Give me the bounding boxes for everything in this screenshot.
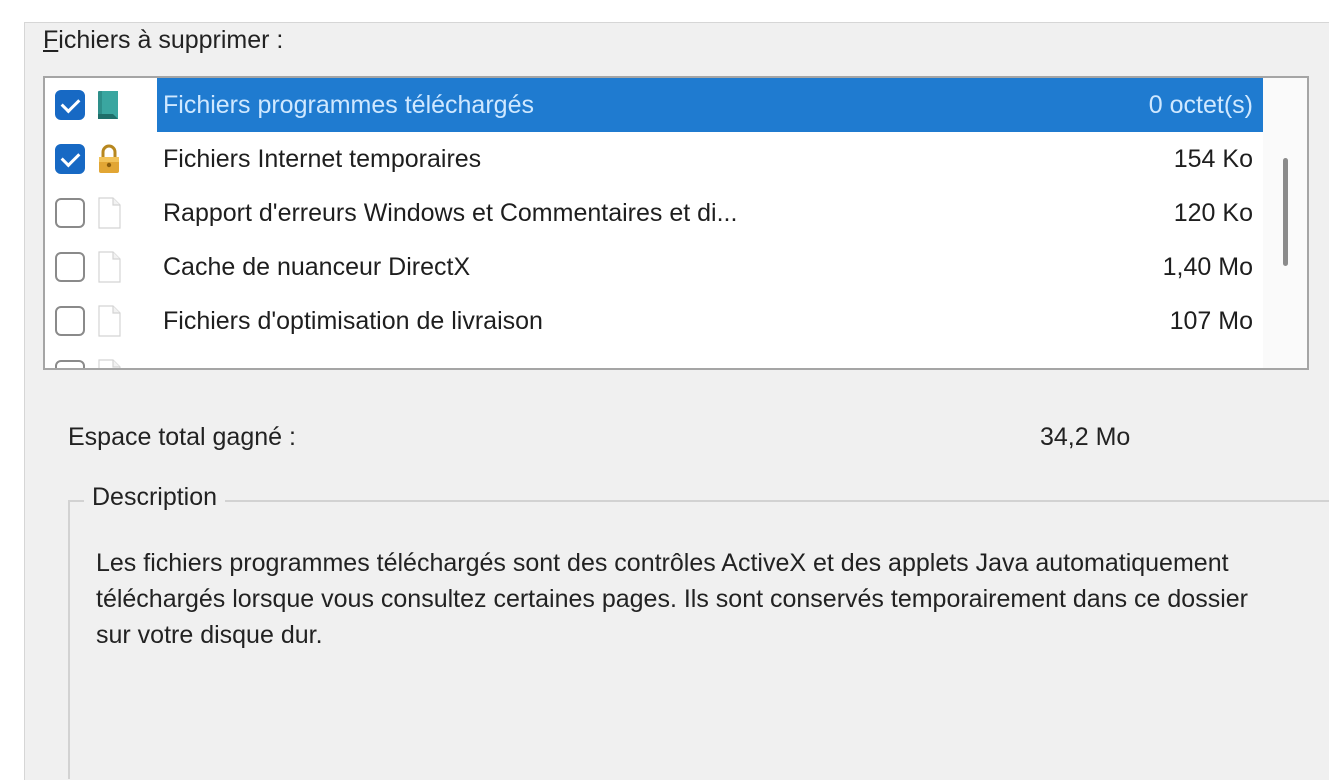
teal-folder-icon: [95, 88, 123, 122]
checkbox-unchecked[interactable]: [55, 252, 85, 282]
blank-page-icon: [95, 304, 123, 338]
list-item-text[interactable]: Cache de nuanceur DirectX 1,40 Mo: [157, 240, 1265, 294]
list-item-size: 1,40 Mo: [1162, 253, 1253, 281]
lock-icon: [95, 142, 123, 176]
checkbox-unchecked[interactable]: [55, 360, 85, 368]
checkbox-unchecked[interactable]: [55, 306, 85, 336]
total-space-value: 34,2 Mo: [1040, 423, 1131, 451]
list-item[interactable]: Rapport d'erreurs Windows et Commentaire…: [45, 186, 1257, 240]
list-item[interactable]: Cache de nuanceur DirectX 1,40 Mo: [45, 240, 1257, 294]
list-item-name: Rapport d'erreurs Windows et Commentaire…: [163, 199, 738, 227]
list-item[interactable]: Fichiers d'optimisation de livraison 107 …: [45, 294, 1257, 348]
list-item-text[interactable]: Rapport d'erreurs Windows et Commentaire…: [157, 186, 1265, 240]
blank-page-icon: [95, 358, 123, 368]
list-item-text[interactable]: Fichiers d'optimisation de livraison 107 …: [157, 294, 1265, 348]
blank-page-icon: [95, 250, 123, 284]
list-item-size: 120 Ko: [1173, 199, 1253, 227]
description-text: Les fichiers programmes téléchargés sont…: [96, 549, 1248, 649]
list-item[interactable]: Fichiers programmes téléchargés 0 octet(s…: [45, 78, 1265, 132]
list-item-text[interactable]: Fichiers Internet temporaires 154 Ko: [157, 132, 1265, 186]
files-label-text: ichiers à supprimer :: [58, 26, 284, 54]
description-legend: Description: [84, 483, 226, 512]
list-item-name: Fichiers d'optimisation de livraison: [163, 307, 543, 335]
list-item-text[interactable]: Fichiers programmes téléchargés 0 octet(s…: [157, 78, 1265, 132]
checkbox-unchecked[interactable]: [55, 198, 85, 228]
list-scrollbar[interactable]: [1263, 78, 1307, 368]
checkmark-icon: [60, 147, 81, 168]
list-item-name: Cache de nuanceur DirectX: [163, 253, 471, 281]
total-space-label: Espace total gagné :: [68, 423, 296, 451]
checkmark-icon: [60, 93, 81, 114]
list-item-name: Fichiers Internet temporaires: [163, 145, 482, 173]
scrollbar-thumb[interactable]: [1283, 158, 1288, 266]
files-label-mnemonic: F: [43, 26, 59, 54]
list-item-size: 107 Mo: [1169, 307, 1253, 335]
files-list[interactable]: Fichiers programmes téléchargés 0 octet(s…: [43, 76, 1309, 370]
list-item-size: 0 octet(s): [1148, 91, 1253, 119]
disk-cleanup-window: Fichiers à supprimer : Fichiers programm…: [0, 0, 1329, 780]
list-item[interactable]: Fichiers Internet temporaires 154 Ko: [45, 132, 1257, 186]
list-item-text[interactable]: [157, 348, 1265, 368]
checkbox-checked[interactable]: [55, 144, 85, 174]
blank-page-icon: [95, 196, 123, 230]
checkbox-checked[interactable]: [55, 90, 85, 120]
files-to-delete-label: Fichiers à supprimer :: [43, 26, 283, 55]
list-item-size: 154 Ko: [1173, 145, 1253, 173]
list-item[interactable]: [45, 348, 1257, 368]
list-item-name: Fichiers programmes téléchargés: [163, 91, 534, 119]
